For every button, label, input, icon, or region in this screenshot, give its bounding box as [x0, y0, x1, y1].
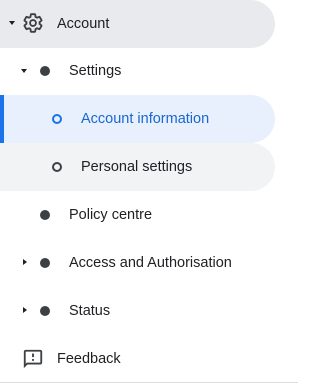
chevron-down-icon[interactable]	[9, 21, 15, 25]
chevron-right-icon[interactable]	[23, 307, 27, 313]
chevron-right-icon[interactable]	[23, 259, 27, 265]
nav-item-account-information-label: Account information	[81, 111, 210, 127]
nav-item-personal-settings-label: Personal settings	[81, 159, 193, 175]
nav-item-access-and-authorisation-label: Access and Authorisation	[69, 255, 232, 271]
gear-icon	[23, 13, 43, 33]
bullet-dot-icon	[40, 66, 50, 76]
chevron-down-icon[interactable]	[21, 69, 27, 73]
bullet-dot-icon	[40, 210, 50, 220]
nav-item-settings[interactable]: Settings	[0, 47, 275, 95]
divider	[0, 382, 298, 383]
bullet-dot-icon	[40, 306, 50, 316]
bullet-ring-icon	[52, 114, 62, 124]
nav-item-personal-settings[interactable]: Personal settings	[0, 143, 275, 191]
nav-item-settings-label: Settings	[69, 63, 122, 79]
nav-item-feedback-label: Feedback	[57, 351, 121, 367]
nav-item-policy-centre[interactable]: Policy centre	[0, 191, 275, 239]
nav-item-access-and-authorisation[interactable]: Access and Authorisation	[0, 239, 275, 287]
nav-item-account[interactable]: Account	[0, 0, 275, 48]
nav-item-status[interactable]: Status	[0, 287, 275, 335]
feedback-icon	[23, 349, 43, 369]
side-navigation: Account Settings Account information Per…	[0, 0, 298, 384]
nav-item-feedback[interactable]: Feedback	[0, 335, 275, 383]
nav-item-status-label: Status	[69, 303, 111, 319]
bullet-dot-icon	[40, 258, 50, 268]
nav-item-account-label: Account	[57, 16, 110, 32]
active-indicator	[0, 95, 4, 143]
nav-item-policy-centre-label: Policy centre	[69, 207, 153, 223]
bullet-ring-icon	[52, 162, 62, 172]
nav-item-account-information[interactable]: Account information	[0, 95, 275, 143]
